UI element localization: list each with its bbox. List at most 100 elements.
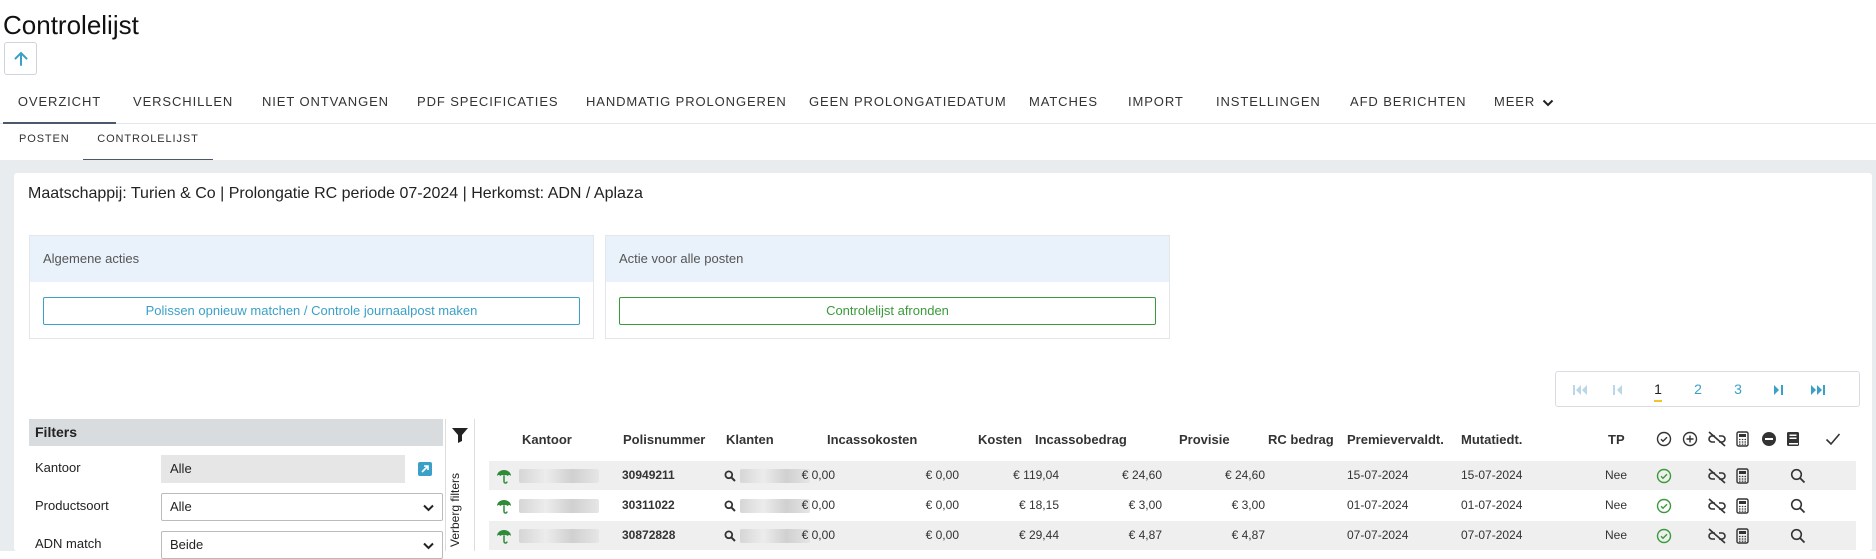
incassobedrag-cell: € 119,04: [1013, 468, 1059, 482]
rematch-button[interactable]: Polissen opnieuw matchen / Controle jour…: [43, 297, 580, 325]
tab-meer[interactable]: MEER: [1494, 86, 1554, 122]
all-items-card: Actie voor alle posten Controlelijst afr…: [605, 235, 1170, 339]
next-page-button[interactable]: [1758, 372, 1798, 406]
search-icon[interactable]: [1790, 468, 1806, 489]
scroll-up-button[interactable]: [4, 42, 37, 75]
incassobedrag-cell: € 29,44: [1018, 528, 1059, 542]
tab-meer-label: MEER: [1494, 94, 1536, 109]
tab-instellingen[interactable]: INSTELLINGEN: [1216, 86, 1321, 122]
polisnummer-cell[interactable]: 30872828: [622, 521, 675, 550]
col-incassobedrag[interactable]: Incassobedrag: [1035, 432, 1127, 447]
incassokosten-cell: € 0,00: [801, 528, 835, 542]
filter-kantoor-label: Kantoor: [35, 460, 81, 475]
mutatiedt-cell: 15-07-2024: [1461, 468, 1523, 482]
prev-page-icon: [1613, 385, 1622, 396]
last-page-icon: [1811, 385, 1825, 396]
tab-afd-berichten[interactable]: AFD BERICHTEN: [1350, 86, 1466, 122]
sub-tabs: POSTEN CONTROLELIJST: [0, 124, 1876, 161]
mutatiedt-cell: 07-07-2024: [1461, 528, 1523, 542]
subtab-posten[interactable]: POSTEN: [19, 124, 70, 159]
page-title: Controlelijst: [3, 10, 139, 40]
col-provisie[interactable]: Provisie: [1179, 432, 1230, 447]
calculator-icon[interactable]: [1736, 498, 1749, 519]
check-circle-icon[interactable]: [1656, 498, 1672, 519]
chevron-down-icon: [423, 504, 434, 512]
provisie-cell: € 24,60: [1121, 468, 1162, 482]
page-1-label: 1: [1654, 381, 1662, 402]
filter-productsoort-select[interactable]: Alle: [161, 493, 443, 521]
rc-bedrag-cell: € 4,87: [1231, 528, 1265, 542]
table-row: 30872828 € 0,00 € 0,00 € 29,44 € 4,87 € 4,87 0…: [489, 521, 1856, 550]
toggle-filters-label: Verberg filters: [448, 472, 462, 547]
col-kantoor[interactable]: Kantoor: [522, 432, 572, 447]
toggle-filters-bar[interactable]: Verberg filters: [445, 419, 475, 551]
tab-geen-prolongatiedatum[interactable]: GEEN PROLONGATIEDATUM: [809, 86, 1007, 122]
general-actions-title: Algemene acties: [30, 236, 593, 282]
tp-cell: Nee: [1605, 498, 1628, 512]
page-1-button[interactable]: 1: [1638, 372, 1678, 406]
filter-icon: [452, 428, 468, 443]
tab-verschillen[interactable]: VERSCHILLEN: [133, 86, 233, 122]
filter-productsoort-value: Alle: [170, 499, 192, 514]
main-tabs: OVERZICHT VERSCHILLEN NIET ONTVANGEN PDF…: [0, 86, 1876, 124]
context-header: Maatschappij: Turien & Co | Prolongatie …: [28, 185, 643, 202]
rc-bedrag-cell: € 3,00: [1231, 498, 1265, 512]
book-icon[interactable]: [1786, 431, 1800, 447]
pagination: 1 2 3: [1555, 371, 1860, 407]
filter-kantoor-value[interactable]: Alle: [161, 455, 405, 483]
check-circle-icon[interactable]: [1656, 528, 1672, 549]
premievervaldt-cell: 15-07-2024: [1347, 468, 1409, 482]
provisie-cell: € 4,87: [1128, 528, 1162, 542]
col-rc-bedrag[interactable]: RC bedrag: [1268, 432, 1334, 447]
arrow-up-icon: [14, 51, 27, 66]
check-circle-icon[interactable]: [1656, 431, 1672, 447]
calculator-icon[interactable]: [1736, 468, 1749, 489]
col-kosten[interactable]: Kosten: [978, 432, 1022, 447]
col-polisnummer[interactable]: Polisnummer: [623, 432, 705, 447]
plus-circle-icon[interactable]: [1682, 431, 1698, 447]
chevron-down-icon: [423, 542, 434, 550]
next-page-icon: [1774, 385, 1783, 396]
calculator-icon[interactable]: [1736, 528, 1749, 549]
kantoor-value-redacted: [519, 529, 599, 543]
first-page-button[interactable]: [1560, 372, 1600, 406]
calculator-icon[interactable]: [1736, 431, 1749, 447]
check-circle-icon[interactable]: [1656, 468, 1672, 489]
tab-handmatig-prolongeren[interactable]: HANDMATIG PROLONGEREN: [586, 86, 787, 122]
search-icon[interactable]: [1790, 528, 1806, 549]
page-2-button[interactable]: 2: [1678, 372, 1718, 406]
unlink-icon[interactable]: [1707, 528, 1727, 549]
col-tp[interactable]: TP: [1608, 432, 1625, 447]
general-actions-card: Algemene acties Polissen opnieuw matchen…: [29, 235, 594, 339]
tab-pdf-specificaties[interactable]: PDF SPECIFICATIES: [417, 86, 558, 122]
table-row: 30949211 € 0,00 € 0,00 € 119,04 € 24,60 € 24,…: [489, 461, 1856, 490]
tab-overzicht[interactable]: OVERZICHT: [3, 86, 116, 124]
open-kantoor-button[interactable]: [407, 455, 443, 483]
col-mutatiedt[interactable]: Mutatiedt.: [1461, 432, 1522, 447]
col-premievervaldt[interactable]: Premievervaldt.: [1347, 432, 1444, 447]
col-klanten[interactable]: Klanten: [726, 432, 774, 447]
tab-matches[interactable]: MATCHES: [1029, 86, 1098, 122]
premievervaldt-cell: 01-07-2024: [1347, 498, 1409, 512]
unlink-icon[interactable]: [1707, 468, 1727, 489]
col-incassokosten[interactable]: Incassokosten: [827, 432, 917, 447]
tp-cell: Nee: [1605, 468, 1628, 482]
polisnummer-cell[interactable]: 30311022: [622, 491, 675, 520]
tab-import[interactable]: IMPORT: [1128, 86, 1184, 122]
checkmark-icon[interactable]: [1825, 432, 1841, 446]
tab-niet-ontvangen[interactable]: NIET ONTVANGEN: [262, 86, 389, 122]
finish-checklist-button[interactable]: Controlelijst afronden: [619, 297, 1156, 325]
umbrella-icon: [496, 468, 512, 489]
page-3-button[interactable]: 3: [1718, 372, 1758, 406]
search-icon[interactable]: [1790, 498, 1806, 519]
unlink-icon[interactable]: [1707, 498, 1727, 519]
polisnummer-cell[interactable]: 30949211: [622, 461, 675, 490]
last-page-button[interactable]: [1798, 372, 1838, 406]
subtab-controlelijst[interactable]: CONTROLELIJST: [83, 124, 213, 161]
unlink-icon[interactable]: [1707, 431, 1727, 447]
kantoor-value-redacted: [519, 499, 599, 513]
filter-adn-match-select[interactable]: Beide: [161, 531, 443, 559]
prev-page-button[interactable]: [1598, 372, 1638, 406]
minus-circle-icon[interactable]: [1761, 431, 1777, 447]
filter-productsoort-label: Productsoort: [35, 498, 109, 513]
